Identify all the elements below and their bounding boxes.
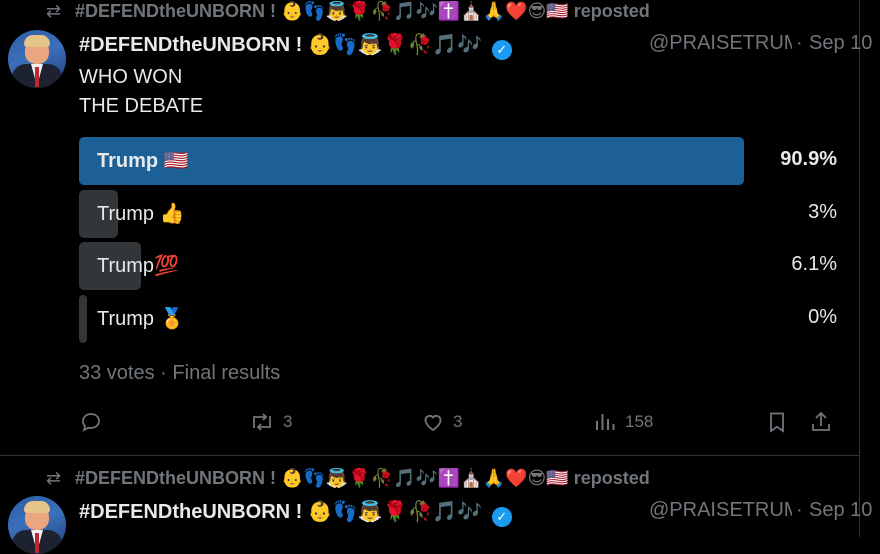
verified-badge-icon: ✓ [491, 40, 512, 60]
tweet[interactable]: ⇄ #DEFENDtheUNBORN ! 👶👣👼🌹🥀🎵🎶✝️⛪🙏❤️😎🇺🇸 re… [0, 456, 872, 554]
timeline-divider [859, 0, 860, 537]
repost-context[interactable]: ⇄ #DEFENDtheUNBORN ! 👶👣👼🌹🥀🎵🎶✝️⛪🙏❤️😎🇺🇸 re… [46, 468, 650, 489]
header-separator: · [796, 499, 803, 521]
timestamp[interactable]: Sep 10 [809, 499, 872, 522]
avatar[interactable] [8, 496, 66, 554]
poll-option: Trump 👍 3% [79, 190, 839, 238]
repost-icon [253, 413, 271, 431]
poll-option-percent: 3% [808, 201, 837, 223]
avatar[interactable] [8, 30, 66, 88]
like-count: 3 [453, 412, 463, 431]
poll-option-label: Trump 🇺🇸 [97, 150, 189, 172]
bookmark-icon [770, 412, 784, 433]
poll-summary: 33 votes · Final results [79, 362, 280, 385]
poll-votes: 33 votes [79, 362, 155, 384]
heart-icon [424, 415, 442, 432]
reply-icon [82, 413, 100, 432]
repost-suffix: reposted [573, 468, 650, 488]
like-button[interactable]: 3 [421, 410, 462, 434]
timestamp[interactable]: Sep 10 [809, 32, 872, 55]
tweet-header: #DEFENDtheUNBORN ! 👶👣👼🌹🥀🎵🎶 ✓ @PRAISETRUM… [79, 499, 872, 527]
handle[interactable]: @PRAISETRUMP [649, 32, 792, 55]
header-separator: · [796, 32, 803, 54]
tweet-header: #DEFENDtheUNBORN ! 👶👣👼🌹🥀🎵🎶 ✓ @PRAISETRUM… [79, 32, 872, 60]
poll-result-bar [79, 295, 87, 343]
share-button[interactable] [809, 410, 833, 434]
poll-option-label: Trump 🏅 [97, 308, 185, 330]
tweet-text-line: WHO WON [79, 66, 183, 88]
poll-option-label: Trump💯 [97, 255, 179, 277]
repost-user[interactable]: #DEFENDtheUNBORN ! 👶👣👼🌹🥀🎵🎶✝️⛪🙏❤️😎🇺🇸 [75, 468, 569, 488]
poll-option-label: Trump 👍 [97, 203, 185, 225]
poll-status: Final results [172, 362, 281, 384]
reply-button[interactable] [79, 410, 103, 434]
poll-option-percent: 90.9% [780, 148, 837, 170]
tweet-actions: 3 3 158 [79, 410, 839, 436]
views-count: 158 [625, 412, 654, 431]
bookmark-button[interactable] [765, 410, 789, 434]
tweet-text: WHO WON THE DEBATE [79, 63, 203, 121]
display-name[interactable]: #DEFENDtheUNBORN ! 👶👣👼🌹🥀🎵🎶 [79, 34, 482, 56]
repost-suffix: reposted [573, 1, 650, 21]
repost-user[interactable]: #DEFENDtheUNBORN ! 👶👣👼🌹🥀🎵🎶✝️⛪🙏❤️😎🇺🇸 [75, 1, 569, 21]
poll-option-percent: 6.1% [791, 253, 837, 275]
display-name[interactable]: #DEFENDtheUNBORN ! 👶👣👼🌹🥀🎵🎶 [79, 501, 482, 523]
poll-option: Trump 🇺🇸 90.9% [79, 137, 839, 185]
poll-option-percent: 0% [808, 306, 837, 328]
poll-option: Trump💯 6.1% [79, 242, 839, 290]
share-icon [812, 411, 830, 431]
repost-button[interactable]: 3 [249, 410, 292, 434]
repost-context[interactable]: ⇄ #DEFENDtheUNBORN ! 👶👣👼🌹🥀🎵🎶✝️⛪🙏❤️😎🇺🇸 re… [46, 1, 650, 22]
repost-count: 3 [283, 412, 293, 431]
repost-icon: ⇄ [46, 468, 62, 488]
repost-icon: ⇄ [46, 1, 62, 21]
handle[interactable]: @PRAISETRUMP [649, 499, 792, 522]
verified-badge-icon: ✓ [491, 507, 512, 527]
tweet[interactable]: ⇄ #DEFENDtheUNBORN ! 👶👣👼🌹🥀🎵🎶✝️⛪🙏❤️😎🇺🇸 re… [0, 0, 872, 456]
poll-option: Trump 🏅 0% [79, 295, 839, 343]
views-button[interactable]: 158 [593, 410, 653, 434]
poll-summary-dot: · [160, 362, 167, 384]
tweet-text-line: THE DEBATE [79, 95, 204, 117]
views-icon [596, 414, 615, 430]
